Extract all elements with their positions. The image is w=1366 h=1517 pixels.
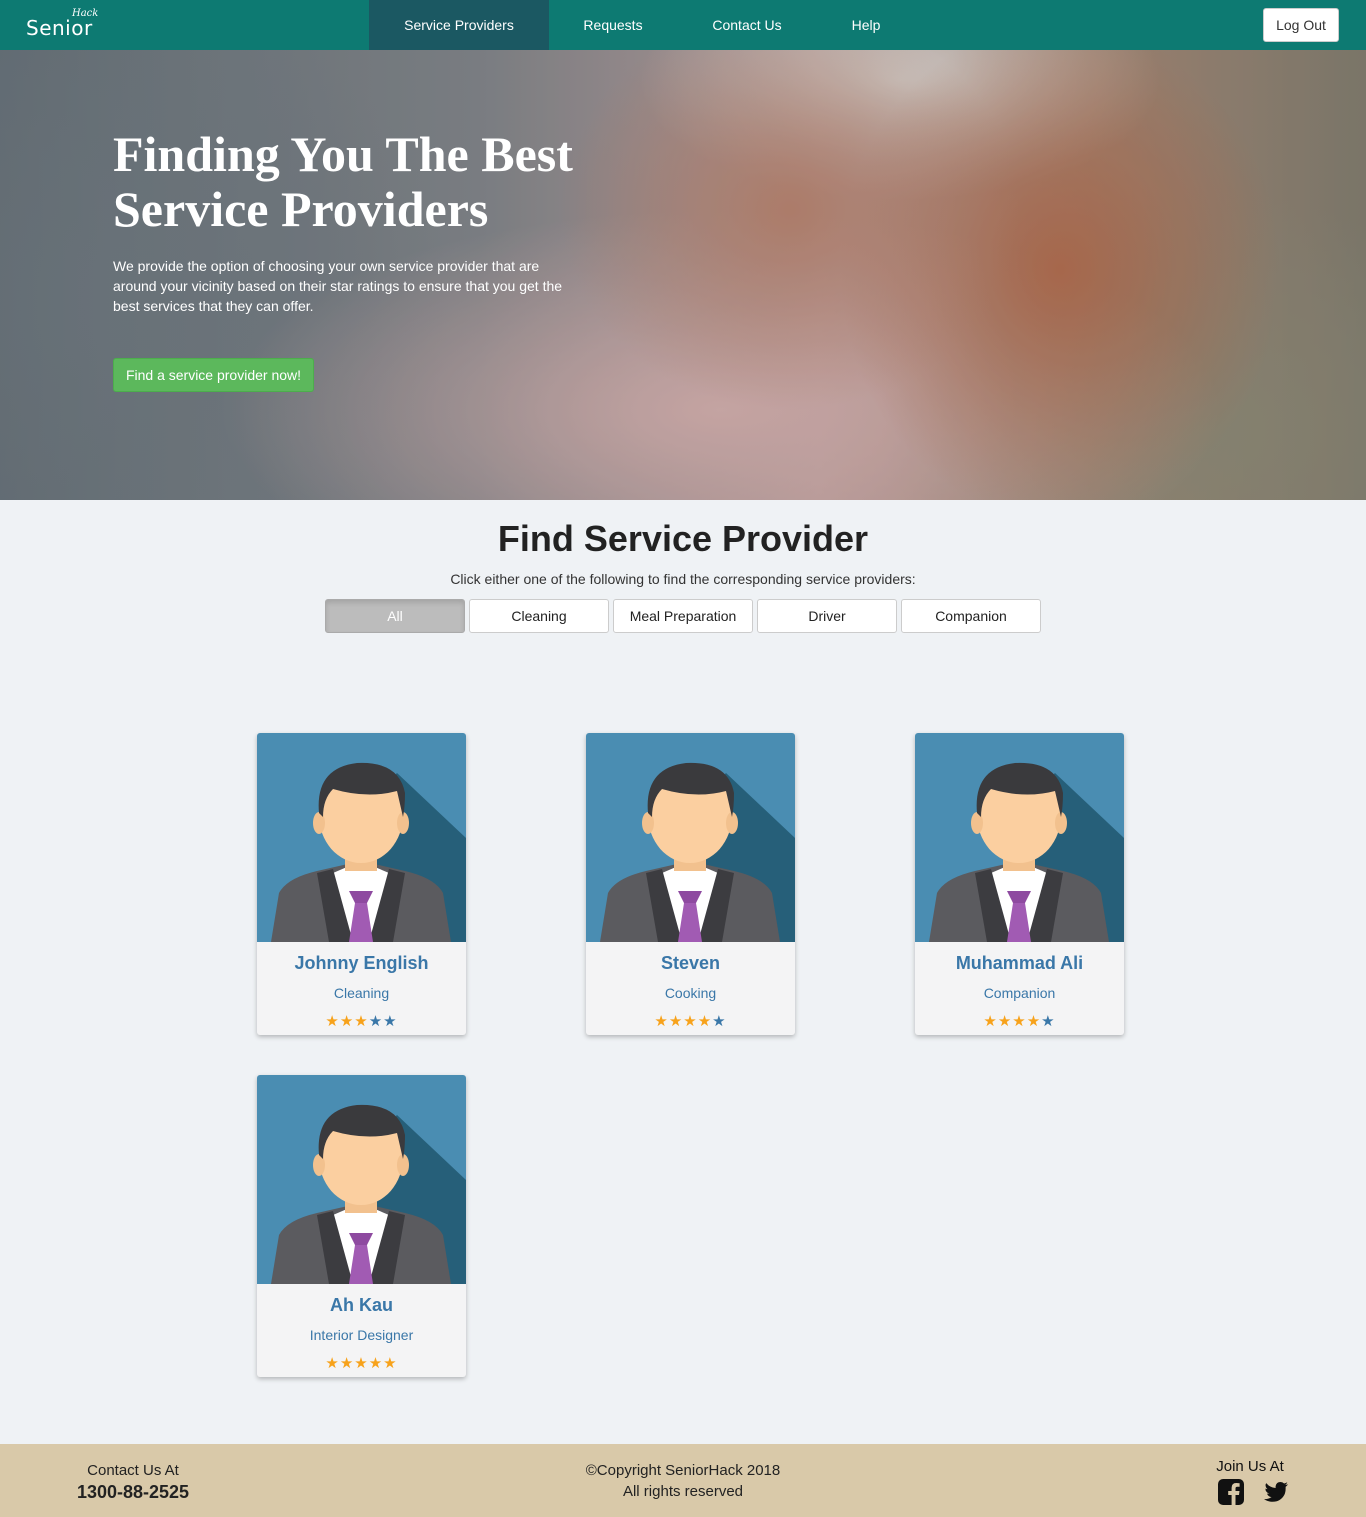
provider-name[interactable]: Johnny English xyxy=(257,953,466,974)
star-filled-icon: ★ xyxy=(683,1013,698,1030)
star-filled-icon: ★ xyxy=(354,1013,369,1030)
star-empty-icon: ★ xyxy=(712,1013,727,1030)
provider-card[interactable]: Ah Kau Interior Designer ★★★★★ xyxy=(257,1075,466,1377)
filter-companion[interactable]: Companion xyxy=(901,599,1041,633)
provider-name[interactable]: Muhammad Ali xyxy=(915,953,1124,974)
star-filled-icon: ★ xyxy=(654,1013,669,1030)
star-empty-icon: ★ xyxy=(368,1013,384,1030)
brand-logo[interactable]: Senior Hack xyxy=(26,6,106,46)
avatar xyxy=(257,733,466,942)
find-provider-button[interactable]: Find a service provider now! xyxy=(113,358,314,392)
star-rating: ★★★★★ xyxy=(586,1013,795,1030)
provider-card[interactable]: Steven Cooking ★★★★★ xyxy=(586,733,795,1035)
star-filled-icon: ★ xyxy=(325,1355,340,1372)
star-filled-icon: ★ xyxy=(383,1355,398,1372)
logout-button[interactable]: Log Out xyxy=(1263,8,1339,42)
nav-service-providers[interactable]: Service Providers xyxy=(369,0,549,50)
nav-help[interactable]: Help xyxy=(831,0,901,50)
provider-service: Cleaning xyxy=(333,985,390,1001)
star-filled-icon: ★ xyxy=(983,1013,998,1030)
star-empty-icon: ★ xyxy=(383,1013,398,1030)
avatar xyxy=(915,733,1124,942)
footer-copyright: ©Copyright SeniorHack 2018 xyxy=(585,1462,781,1479)
star-filled-icon: ★ xyxy=(1026,1013,1042,1030)
provider-card[interactable]: Johnny English Cleaning ★★★★★ xyxy=(257,733,466,1035)
star-filled-icon: ★ xyxy=(325,1013,340,1030)
facebook-icon[interactable] xyxy=(1217,1478,1245,1506)
star-filled-icon: ★ xyxy=(668,1013,684,1030)
star-rating: ★★★★★ xyxy=(257,1355,466,1372)
filter-meal-preparation[interactable]: Meal Preparation xyxy=(613,599,753,633)
hero-title: Finding You The Best Service Providers xyxy=(113,126,573,237)
hero-banner: Finding You The Best Service Providers W… xyxy=(0,50,1366,500)
section-subtitle: Click either one of the following to fin… xyxy=(450,571,916,587)
hero-description: We provide the option of choosing your o… xyxy=(113,258,563,314)
footer-phone[interactable]: 1300-88-2525 xyxy=(48,1482,218,1503)
star-rating: ★★★★★ xyxy=(257,1013,466,1030)
star-empty-icon: ★ xyxy=(1041,1013,1056,1030)
filter-all[interactable]: All xyxy=(325,599,465,633)
provider-service: Cooking xyxy=(664,985,717,1001)
star-filled-icon: ★ xyxy=(354,1355,369,1372)
filter-cleaning[interactable]: Cleaning xyxy=(469,599,609,633)
star-filled-icon: ★ xyxy=(997,1013,1013,1030)
provider-card[interactable]: Muhammad Ali Companion ★★★★★ xyxy=(915,733,1124,1035)
provider-service: Interior Designer xyxy=(309,1327,414,1343)
brand-superscript: Hack xyxy=(72,8,99,19)
star-rating: ★★★★★ xyxy=(915,1013,1124,1030)
twitter-icon[interactable] xyxy=(1261,1478,1289,1506)
star-filled-icon: ★ xyxy=(368,1355,384,1372)
star-filled-icon: ★ xyxy=(697,1013,713,1030)
top-navbar: Senior Hack Service Providers Requests C… xyxy=(0,0,1366,50)
avatar xyxy=(257,1075,466,1284)
avatar xyxy=(586,733,795,942)
footer-rights: All rights reserved xyxy=(622,1483,744,1500)
star-filled-icon: ★ xyxy=(1012,1013,1027,1030)
star-filled-icon: ★ xyxy=(339,1355,355,1372)
brand-name: Senior xyxy=(26,16,93,40)
star-filled-icon: ★ xyxy=(339,1013,355,1030)
footer-join-label: Join Us At xyxy=(1216,1458,1284,1475)
nav-requests[interactable]: Requests xyxy=(563,0,663,50)
footer-contact-label: Contact Us At xyxy=(87,1462,179,1479)
provider-name[interactable]: Steven xyxy=(586,953,795,974)
nav-contact-us[interactable]: Contact Us xyxy=(697,0,797,50)
filter-driver[interactable]: Driver xyxy=(757,599,897,633)
section-title: Find Service Provider xyxy=(497,518,869,559)
provider-service: Companion xyxy=(983,985,1056,1001)
page-footer: Contact Us At 1300-88-2525 ©Copyright Se… xyxy=(0,1444,1366,1517)
provider-name[interactable]: Ah Kau xyxy=(257,1295,466,1316)
